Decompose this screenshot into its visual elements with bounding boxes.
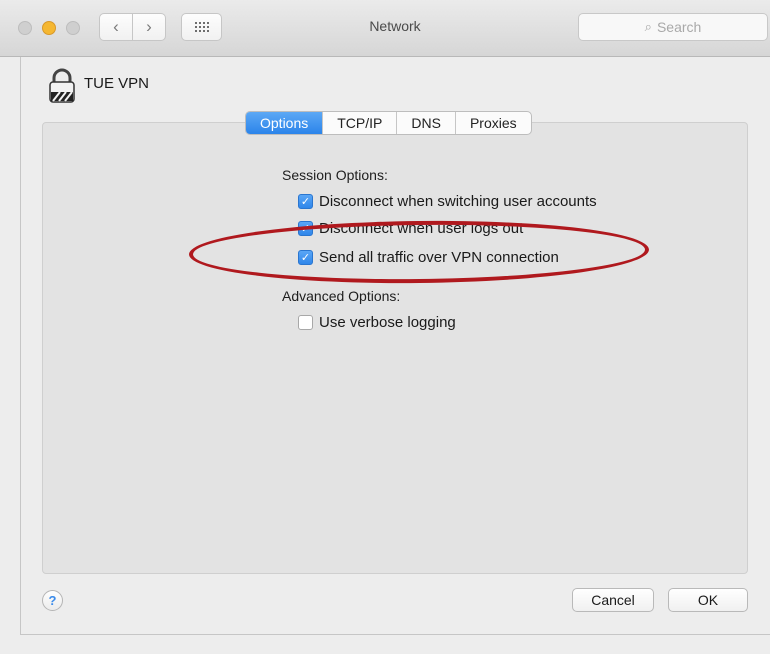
ok-button[interactable]: OK <box>668 588 748 612</box>
checkbox-checked-icon[interactable]: ✓ <box>298 194 313 209</box>
help-button[interactable]: ? <box>42 590 63 611</box>
checkbox-unchecked-icon[interactable] <box>298 315 313 330</box>
tab-dns[interactable]: DNS <box>396 112 455 134</box>
question-mark-icon: ? <box>48 593 57 608</box>
title-bar: ‹ › Network ⌕ Search <box>0 0 770 57</box>
search-field[interactable]: ⌕ Search <box>578 13 768 41</box>
disconnect-switching-option[interactable]: ✓ Disconnect when switching user account… <box>298 193 597 210</box>
options-panel <box>42 122 748 574</box>
padlock-vpn-icon <box>49 68 75 103</box>
search-icon: ⌕ <box>644 19 652 34</box>
tab-proxies[interactable]: Proxies <box>454 112 531 134</box>
tab-bar: Options TCP/IP DNS Proxies <box>245 111 532 135</box>
session-options-heading: Session Options: <box>282 167 388 183</box>
verbose-logging-option[interactable]: Use verbose logging <box>298 314 456 331</box>
search-placeholder: Search <box>656 19 702 35</box>
advanced-options-heading: Advanced Options: <box>282 288 401 304</box>
connection-name: TUE VPN <box>84 75 150 92</box>
tab-tcpip[interactable]: TCP/IP <box>322 112 396 134</box>
cancel-button[interactable]: Cancel <box>572 588 654 612</box>
option-label: Disconnect when switching user accounts <box>319 193 597 210</box>
tab-options[interactable]: Options <box>246 112 323 134</box>
option-label: Use verbose logging <box>319 314 456 331</box>
